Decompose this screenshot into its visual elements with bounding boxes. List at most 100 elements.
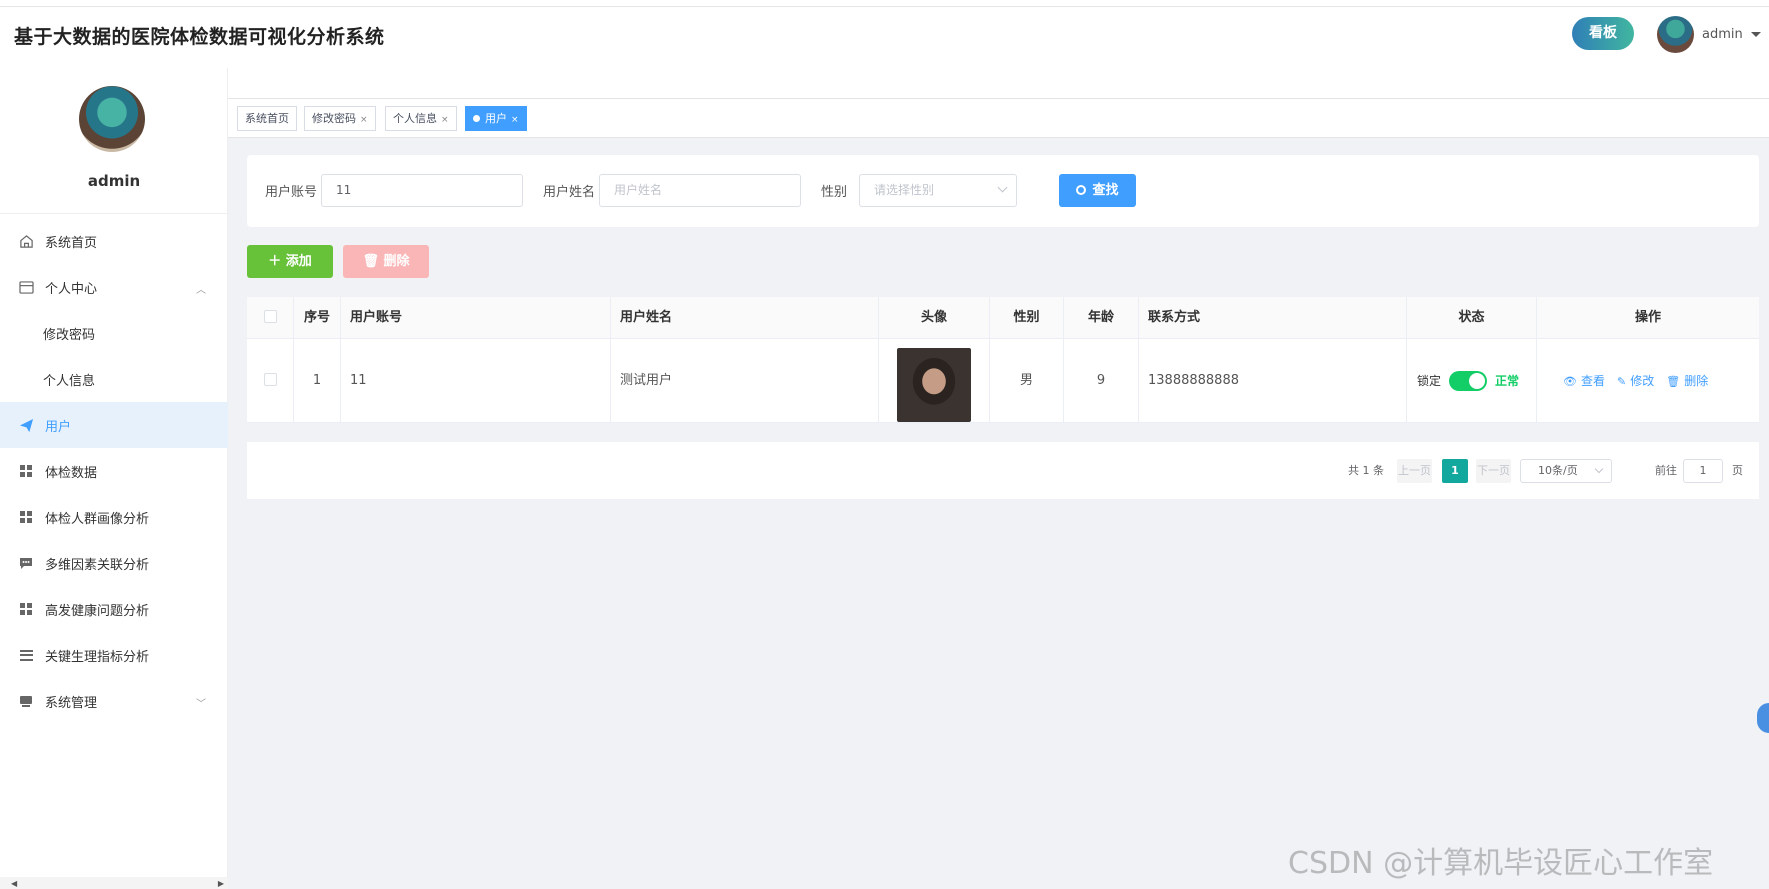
select-all-checkbox[interactable] (263, 310, 277, 323)
grid-icon (18, 601, 34, 617)
lock-label: 锁定 (1417, 374, 1442, 388)
batch-delete-button[interactable]: 🗑 删除 (343, 245, 429, 278)
row-actions: 👁 查看 ✎ 修改 🗑 删除 (1563, 339, 1720, 423)
watermark: CSDN @计算机毕设匠心工作室 (1288, 846, 1714, 881)
float-tab-button[interactable] (1757, 703, 1769, 733)
view-button[interactable]: 👁 查看 (1563, 339, 1605, 424)
tag-change-password[interactable]: 修改密码 × (304, 106, 376, 131)
sidebar-item-label: 体检数据 (45, 465, 98, 481)
search-button[interactable]: 查找 (1059, 174, 1136, 207)
divider (0, 213, 228, 214)
scroll-left-icon[interactable]: ◀ (2, 879, 17, 888)
grid-icon (18, 463, 34, 479)
pencil-icon: ✎ (1616, 374, 1627, 388)
page-size-value: 10条/页 (1538, 464, 1578, 477)
avatar (1657, 15, 1694, 53)
sidebar-item-users[interactable]: 用户 (0, 402, 228, 448)
gender-placeholder: 请选择性别 (874, 183, 935, 197)
delete-label: 删除 (1684, 373, 1709, 388)
menu-lines-icon (18, 647, 34, 663)
goto-label: 前往 (1655, 464, 1677, 477)
status-normal-label: 正常 (1495, 374, 1520, 388)
page-number-button[interactable]: 1 (1442, 459, 1468, 483)
dashboard-button[interactable]: 看板 (1572, 17, 1634, 50)
sidebar-scrollbar[interactable]: ◀ ▶ (0, 877, 228, 889)
sidebar-item-label: 用户 (45, 419, 72, 435)
sidebar-item-crowd-portrait[interactable]: 体检人群画像分析 (0, 494, 228, 540)
col-header: 序号 (294, 297, 341, 339)
gender-select[interactable]: 请选择性别 (859, 174, 1017, 207)
prev-page-button[interactable]: 上一页 (1397, 459, 1432, 483)
select-all-cell (247, 297, 294, 339)
user-photo[interactable] (897, 348, 971, 422)
users-table: 序号 用户账号 用户姓名 头像 性别 年龄 联系方式 状态 操作 1 11 测试… (247, 297, 1759, 423)
close-icon[interactable]: × (360, 115, 368, 125)
view-label: 查看 (1580, 373, 1605, 388)
search-form: 用户账号 11 用户姓名 用户姓名 性别 请选择性别 查找 (247, 155, 1759, 227)
row-select-cell (247, 339, 294, 423)
cell-operations: 👁 查看 ✎ 修改 🗑 删除 (1537, 339, 1759, 423)
chevron-up-icon: ︿ (196, 285, 206, 296)
plus-icon: ＋ (268, 254, 286, 269)
sidebar-item-system-management[interactable]: 系统管理 ﹀ (0, 678, 228, 724)
chevron-down-icon (1594, 464, 1604, 474)
sidebar-item-label: 多维因素关联分析 (45, 557, 150, 573)
tag-users[interactable]: 用户 × (465, 106, 527, 131)
active-dot-icon (473, 115, 480, 122)
cell-gender: 男 (990, 339, 1064, 423)
top-border (0, 0, 1769, 7)
account-label: 用户账号 (265, 185, 318, 200)
delete-button-label: 删除 (383, 254, 410, 269)
tag-home[interactable]: 系统首页 (237, 106, 297, 131)
close-icon[interactable]: × (511, 115, 519, 125)
page-size-select[interactable]: 10条/页 (1520, 459, 1612, 483)
cell-index: 1 (294, 339, 341, 423)
tag-personal-info[interactable]: 个人信息 × (385, 106, 457, 131)
sidebar-item-change-password[interactable]: 修改密码 (0, 310, 228, 356)
scroll-right-icon[interactable]: ▶ (218, 879, 224, 888)
goto-page-input[interactable]: 1 (1683, 459, 1723, 483)
sidebar-item-personal-info[interactable]: 个人信息 (0, 356, 228, 402)
col-header: 年龄 (1064, 297, 1139, 339)
cell-name: 测试用户 (611, 339, 879, 423)
page-suffix: 页 (1732, 464, 1743, 477)
status-control: 锁定 正常 (1417, 339, 1519, 423)
status-toggle[interactable] (1449, 371, 1488, 391)
close-icon[interactable]: × (441, 115, 449, 125)
delete-button[interactable]: 🗑 删除 (1666, 339, 1708, 424)
account-input[interactable]: 11 (321, 174, 523, 207)
main-content: 系统首页 修改密码 × 个人信息 × 用户 × 用户账号 11 用户姓名 用户姓名 性… (228, 98, 1769, 889)
tags-view: 系统首页 修改密码 × 个人信息 × 用户 × (228, 98, 1769, 138)
col-header: 状态 (1407, 297, 1537, 339)
search-button-label: 查找 (1092, 183, 1119, 198)
col-header: 性别 (990, 297, 1064, 339)
chat-icon (18, 555, 34, 571)
cell-phone: 13888888888 (1139, 339, 1407, 423)
col-header: 头像 (879, 297, 990, 339)
name-label: 用户姓名 (543, 185, 596, 200)
gender-label: 性别 (821, 185, 848, 200)
add-button[interactable]: ＋ 添加 (247, 245, 333, 278)
sidebar-user-name: admin (87, 172, 141, 190)
name-input[interactable]: 用户姓名 (599, 174, 801, 207)
next-page-button[interactable]: 下一页 (1476, 459, 1511, 483)
edit-button[interactable]: ✎ 修改 (1617, 339, 1654, 424)
cell-account: 11 (341, 339, 611, 423)
row-checkbox[interactable] (263, 373, 277, 386)
sidebar-item-health-issues[interactable]: 高发健康问题分析 (0, 586, 228, 632)
tag-label: 修改密码 (312, 112, 356, 125)
sidebar-item-home[interactable]: 系统首页 (0, 218, 228, 264)
user-menu[interactable]: admin (1657, 15, 1761, 53)
sidebar-item-factor-analysis[interactable]: 多维因素关联分析 (0, 540, 228, 586)
col-header: 操作 (1537, 297, 1759, 339)
toggle-knob (1469, 373, 1486, 389)
tag-label: 用户 (485, 112, 507, 125)
col-header: 用户姓名 (611, 297, 879, 339)
caret-down-icon (1750, 31, 1761, 37)
sidebar-item-exam-data[interactable]: 体检数据 (0, 448, 228, 494)
monitor-icon (18, 693, 34, 709)
sidebar-item-vital-indicators[interactable]: 关键生理指标分析 (0, 632, 228, 678)
sidebar-menu: 系统首页 个人中心 ︿ 修改密码 个人信息 用户 体检数据 体检人群画像分析 多… (0, 218, 228, 724)
cell-avatar (879, 339, 990, 423)
sidebar-item-personal-center[interactable]: 个人中心 ︿ (0, 264, 228, 310)
